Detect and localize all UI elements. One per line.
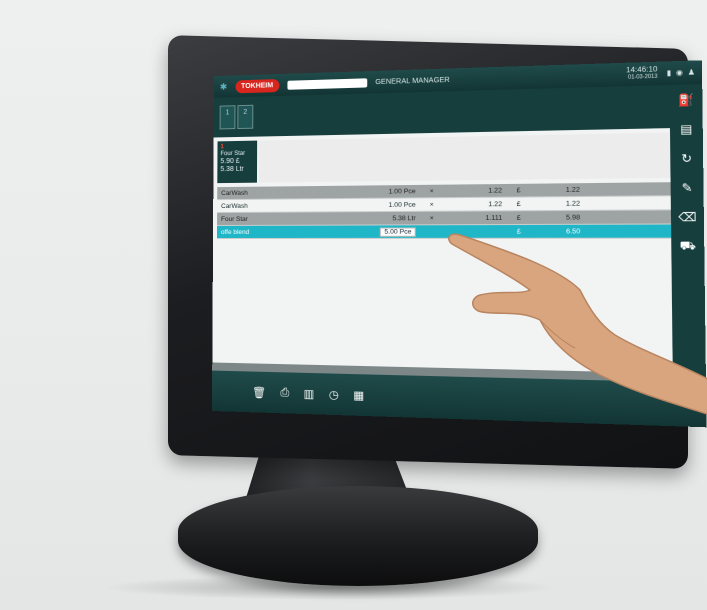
refresh-icon[interactable]: ↻ [681,152,692,166]
receipt-icon[interactable]: ▤ [680,122,692,136]
settings-icon[interactable]: ✱ [220,81,227,92]
row-mul: × [429,187,434,195]
status-icon: ◉ [675,69,684,78]
row-unit: 1.22 [488,186,503,195]
pointing-hand [448,233,707,415]
row-mul: × [429,214,434,222]
fuel-pump-icon[interactable]: ⛽ [678,93,694,107]
delete-icon[interactable]: ⌫ [678,210,696,224]
row-name: CarWash [221,189,248,197]
row-mul: × [429,200,434,209]
row-qty: 1.00 Pce [388,201,416,209]
user-icon[interactable]: ♟ [688,68,695,77]
row-qty: 1.00 Pce [388,187,416,196]
hand-shape [448,233,707,415]
row-name: Four Star [221,215,248,223]
user-field[interactable] [287,77,367,90]
pump-card[interactable]: 1 Four Star 5.90 £ 5.38 Ltr [217,140,258,184]
row-total: 1.22 [565,185,580,194]
row-unit: 1.22 [488,200,503,208]
trash-icon[interactable]: 🗑 [252,385,266,399]
pump-card-price: 5.90 £ [220,157,240,166]
edit-icon[interactable]: ✎ [682,181,693,195]
row-qty[interactable]: 5.00 Pce [332,226,416,237]
row-currency: £ [516,186,521,194]
print-icon[interactable]: ⎙ [280,386,289,400]
product-area [258,132,671,183]
row-total: 5.98 [565,213,581,222]
receipt-icon[interactable]: ▥ [304,387,315,401]
qty-edit-field[interactable]: 5.00 Pce [380,226,416,237]
row-name: offe blend [220,228,250,236]
row-currency: £ [516,213,521,222]
row-name: CarWash [221,202,248,210]
user-role: GENERAL MANAGER [375,76,450,86]
dock-tab-2[interactable]: 2 [237,104,254,130]
network-icon: ▮ [666,69,672,78]
row-total: 1.22 [565,199,581,208]
row-unit: 1.111 [485,214,503,222]
status-icons: ▮ ◉ ♟ [667,68,695,77]
row-qty: 5.38 Ltr [392,214,416,222]
pump-card-volume: 5.38 Ltr [220,165,244,174]
monitor-stand-base [178,486,538,586]
dock-tab-1[interactable]: 1 [219,105,236,130]
clock-date: 01-03-2013 [628,73,658,81]
row-currency: £ [516,200,521,208]
clock: 14:46:10 01-03-2013 [626,66,657,82]
pump-card-name: Four Star [220,150,246,158]
clock-icon[interactable]: ◷ [329,387,339,401]
receipt-row[interactable]: Four Star 5.38 Ltr × 1.111 £ 5.98 [217,210,672,227]
calculator-icon[interactable]: ▦ [353,388,364,402]
brand-logo: TOKHEIM [235,78,280,93]
